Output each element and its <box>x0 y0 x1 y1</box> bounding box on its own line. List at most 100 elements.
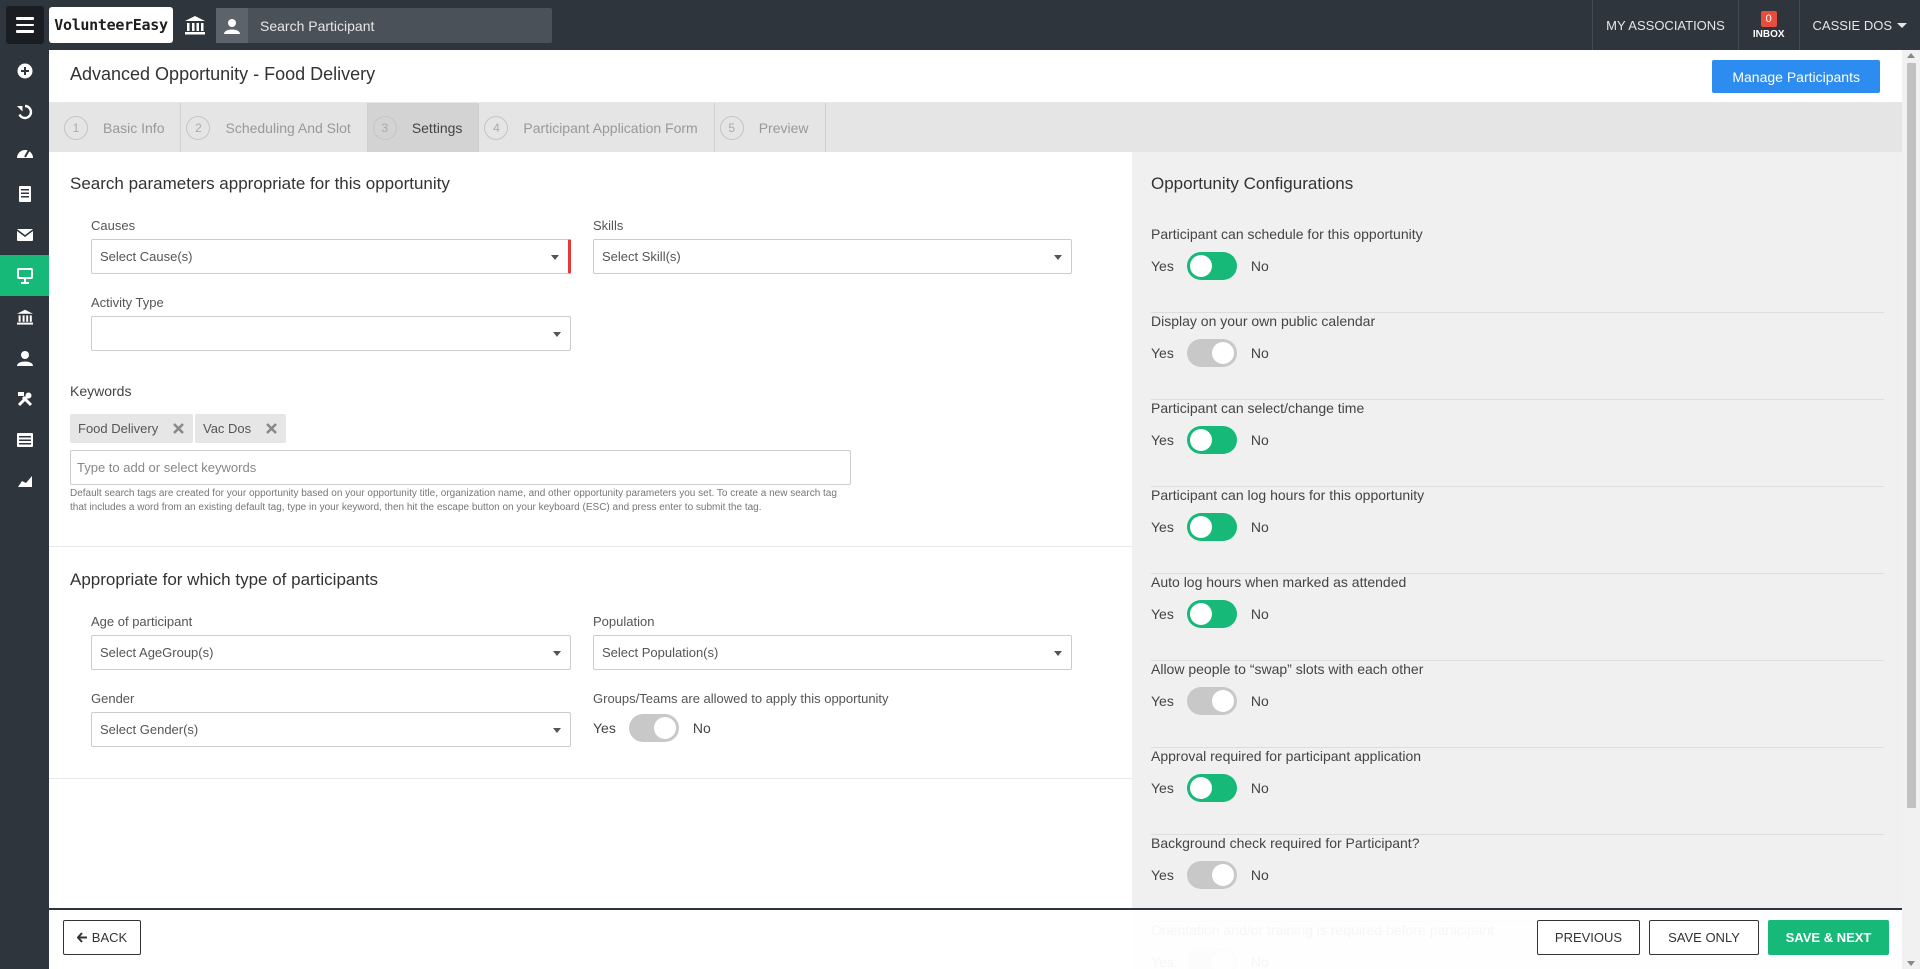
config-toggle[interactable] <box>1186 339 1237 367</box>
groups-allowed-toggle[interactable] <box>628 714 679 742</box>
no-label: No <box>692 720 711 736</box>
history-icon <box>16 104 32 119</box>
tab-label: Participant Application Form <box>523 119 698 136</box>
inbox-label: INBOX <box>1752 28 1785 40</box>
step-number: 1 <box>64 115 88 140</box>
tab-label: Scheduling And Slot <box>225 119 351 136</box>
participant-type-heading: Appropriate for which type of participan… <box>70 570 379 589</box>
search-input[interactable] <box>248 17 538 34</box>
scrollbar-thumb[interactable] <box>1907 63 1916 808</box>
keywords-label: Keywords <box>70 383 132 399</box>
sidebar-item-mail[interactable] <box>0 214 49 255</box>
keywords-input[interactable]: Type to add or select keywords <box>70 450 851 485</box>
app-logo[interactable]: VolunteerEasy <box>49 7 173 43</box>
no-label: No <box>1250 345 1269 361</box>
config-item: Participant can select/change time Yes No <box>1151 400 1884 487</box>
sidebar-item-participants[interactable] <box>0 337 49 378</box>
sidebar-item-opportunities[interactable] <box>0 255 49 296</box>
close-icon[interactable] <box>172 422 185 435</box>
activity-type-select[interactable] <box>91 316 571 351</box>
tab-scheduling-and-slot[interactable]: 2 Scheduling And Slot <box>181 103 368 152</box>
save-only-button[interactable]: SAVE ONLY <box>1649 920 1759 955</box>
causes-select[interactable]: Select Cause(s) <box>91 239 571 274</box>
sidebar-item-analytics[interactable] <box>0 460 49 501</box>
inbox-button[interactable]: 0 INBOX <box>1737 0 1799 50</box>
config-toggle[interactable] <box>1186 513 1237 541</box>
tab-basic-info[interactable]: 1 Basic Info <box>59 103 182 152</box>
yes-label: Yes <box>1151 693 1174 709</box>
organization-icon <box>16 309 33 325</box>
sidebar-item-documents[interactable] <box>0 173 49 214</box>
config-item: Participant can schedule for this opport… <box>1151 226 1884 313</box>
chart-icon <box>17 475 32 487</box>
skills-select[interactable]: Select Skill(s) <box>593 239 1072 274</box>
top-navbar: VolunteerEasy MY ASSOCIATIONS 0 INBOX CA… <box>0 0 1920 50</box>
tab-participant-application-form[interactable]: 4 Participant Application Form <box>479 103 715 152</box>
yes-label: Yes <box>1151 519 1174 535</box>
save-and-next-button[interactable]: SAVE & NEXT <box>1768 920 1889 955</box>
config-toggle[interactable] <box>1186 774 1237 802</box>
population-placeholder: Select Population(s) <box>602 645 719 660</box>
config-toggle[interactable] <box>1186 426 1237 454</box>
tab-settings[interactable]: 3 Settings <box>367 103 480 152</box>
scroll-up-icon[interactable] <box>1907 53 1915 58</box>
config-toggle[interactable] <box>1186 252 1237 280</box>
opportunity-icon <box>16 267 33 284</box>
my-associations-link[interactable]: MY ASSOCIATIONS <box>1592 0 1738 50</box>
chevron-down-icon <box>553 728 561 733</box>
age-group-placeholder: Select AgeGroup(s) <box>100 645 214 660</box>
configurations-heading: Opportunity Configurations <box>1151 174 1354 193</box>
participant-search[interactable] <box>216 8 552 43</box>
keyword-tag: Vac Dos <box>195 414 287 443</box>
menu-icon[interactable] <box>6 6 44 44</box>
list-icon <box>16 432 33 447</box>
config-toggle[interactable] <box>1186 861 1237 889</box>
page-scrollbar[interactable] <box>1902 50 1920 969</box>
close-icon[interactable] <box>265 422 278 435</box>
inbox-count-badge: 0 <box>1760 10 1777 27</box>
keyword-tag: Food Delivery <box>70 414 194 443</box>
previous-button[interactable]: PREVIOUS <box>1537 920 1640 955</box>
chevron-down-icon <box>1054 255 1062 260</box>
chevron-down-icon <box>553 651 561 656</box>
search-parameters-heading: Search parameters appropriate for this o… <box>70 174 450 193</box>
config-item-label: Participant can select/change time <box>1151 400 1365 416</box>
gender-select[interactable]: Select Gender(s) <box>91 712 571 747</box>
population-label: Population <box>593 614 655 629</box>
causes-label: Causes <box>91 218 136 233</box>
age-group-select[interactable]: Select AgeGroup(s) <box>91 635 571 670</box>
toggle-knob <box>1189 516 1212 538</box>
step-number: 2 <box>186 115 211 140</box>
scroll-down-icon[interactable] <box>1907 961 1915 966</box>
back-label: BACK <box>91 930 128 945</box>
page-header: Advanced Opportunity - Food Delivery Man… <box>49 50 1902 103</box>
sidebar-item-organization[interactable] <box>0 296 49 337</box>
user-menu[interactable]: CASSIE DOS <box>1798 0 1920 50</box>
user-name: CASSIE DOS <box>1812 17 1892 33</box>
yes-label: Yes <box>1151 780 1174 796</box>
config-toggle[interactable] <box>1186 600 1237 628</box>
sidebar-item-reports[interactable] <box>0 419 49 460</box>
toggle-knob <box>1189 603 1212 625</box>
arrow-left-icon <box>76 932 87 943</box>
groups-allowed-label: Groups/Teams are allowed to apply this o… <box>593 691 889 706</box>
config-toggle-row: Yes No <box>1151 339 1269 367</box>
config-toggle-row: Yes No <box>1151 252 1269 280</box>
config-item-label: Auto log hours when marked as attended <box>1151 574 1407 590</box>
tab-preview[interactable]: 5 Preview <box>715 103 826 152</box>
sidebar-item-history[interactable] <box>0 91 49 132</box>
section-divider <box>49 546 1132 547</box>
config-toggle[interactable] <box>1186 687 1237 715</box>
population-select[interactable]: Select Population(s) <box>593 635 1072 670</box>
sidebar-item-tools[interactable] <box>0 378 49 419</box>
causes-placeholder: Select Cause(s) <box>100 249 193 264</box>
manage-participants-button[interactable]: Manage Participants <box>1712 60 1880 93</box>
config-item: Display on your own public calendar Yes No <box>1151 313 1884 400</box>
config-item: Auto log hours when marked as attended Ye… <box>1151 574 1884 661</box>
organization-switch-icon[interactable] <box>182 12 208 38</box>
yes-label: Yes <box>1151 258 1174 274</box>
sidebar-item-add[interactable] <box>0 50 49 91</box>
sidebar-item-dashboard[interactable] <box>0 132 49 173</box>
back-button[interactable]: BACK <box>63 920 141 955</box>
no-label: No <box>1250 258 1269 274</box>
